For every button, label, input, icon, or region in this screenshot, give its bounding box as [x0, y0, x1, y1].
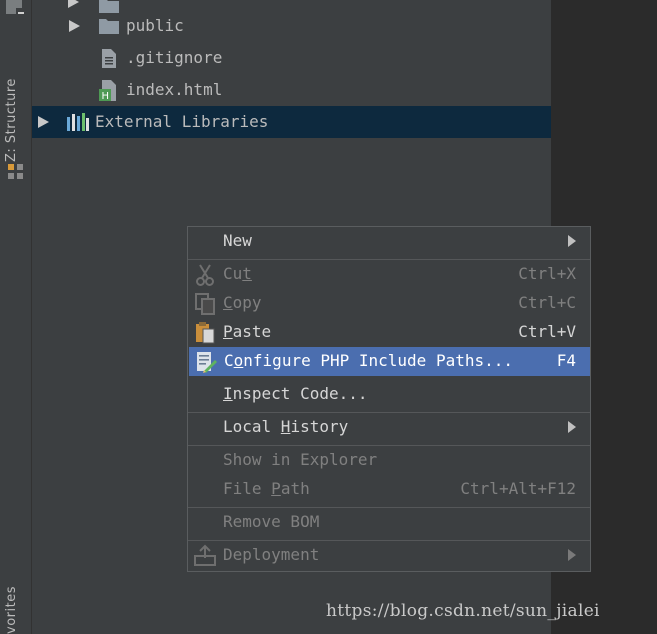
tree-row-gitignore[interactable]: .gitignore [32, 42, 551, 74]
menu-item-file-path[interactable]: File Path Ctrl+Alt+F12 [188, 475, 590, 504]
shortcut-paste: Ctrl+V [518, 322, 576, 341]
context-menu: New Cut Ctrl+X Copy Ctrl+C Paste Ctrl+V [187, 226, 591, 572]
tree-row-public[interactable]: public [32, 10, 551, 42]
libraries-icon [67, 113, 89, 131]
menu-item-show-in-explorer[interactable]: Show in Explorer [188, 446, 590, 475]
tree-label-gitignore: .gitignore [126, 48, 223, 67]
menu-label-show-in-explorer: Show in Explorer [223, 450, 378, 469]
shortcut-configure: F4 [556, 351, 576, 370]
menu-item-cut[interactable]: Cut Ctrl+X [188, 260, 590, 289]
menu-item-copy[interactable]: Copy Ctrl+C [188, 289, 590, 318]
tree-row-external-libraries[interactable]: External Libraries [32, 106, 551, 138]
expand-arrow-icon[interactable] [38, 116, 49, 128]
svg-text:H: H [102, 91, 110, 102]
menu-label-inspect-code: Inspect Code... [223, 384, 368, 403]
menu-item-configure-php-include-paths[interactable]: Configure PHP Include Paths... F4 [189, 347, 590, 376]
tree-row-index-html[interactable]: H index.html [32, 74, 551, 106]
shortcut-file-path: Ctrl+Alt+F12 [460, 479, 576, 498]
deployment-icon [194, 544, 216, 566]
scissors-icon [196, 264, 214, 286]
menu-item-inspect-code[interactable]: Inspect Code... [188, 380, 590, 409]
expand-arrow-icon[interactable] [68, 0, 79, 8]
menu-item-paste[interactable]: Paste Ctrl+V [188, 318, 590, 347]
menu-label-remove-bom: Remove BOM [223, 512, 320, 531]
menu-item-new[interactable]: New [188, 227, 590, 256]
structure-icon[interactable] [7, 163, 25, 181]
menu-label-cut: Cut [223, 264, 252, 283]
menu-label-paste: Paste [223, 322, 272, 341]
menu-item-local-history[interactable]: Local History [188, 413, 590, 442]
menu-item-deployment[interactable]: Deployment [188, 541, 590, 570]
shortcut-copy: Ctrl+C [518, 293, 576, 312]
submenu-arrow-icon [568, 421, 576, 433]
menu-item-remove-bom[interactable]: Remove BOM [188, 508, 590, 537]
configure-paths-icon [197, 352, 217, 373]
favorites-tab[interactable]: vorites [4, 572, 26, 634]
menu-label-new: New [223, 231, 252, 250]
html-file-icon: H [99, 80, 116, 102]
project-tool-icon[interactable] [4, 0, 26, 18]
tree-label-external-libraries: External Libraries [95, 112, 269, 131]
tree-label-public: public [126, 16, 184, 35]
menu-label-configure-php-include-paths: Configure PHP Include Paths... [224, 351, 513, 370]
expand-arrow-icon[interactable] [69, 20, 80, 32]
paste-icon [196, 322, 215, 344]
menu-label-deployment: Deployment [223, 545, 320, 564]
copy-icon [195, 293, 215, 315]
menu-label-local-history: Local History [223, 417, 349, 436]
text-file-icon [102, 49, 116, 68]
watermark: https://blog.csdn.net/sun_jialei [326, 601, 600, 621]
folder-icon [99, 19, 119, 34]
structure-tab[interactable]: Z: Structure [4, 50, 26, 162]
submenu-arrow-icon [568, 235, 576, 247]
menu-label-copy: Copy [223, 293, 262, 312]
tree-label-index-html: index.html [126, 80, 223, 99]
left-tool-strip: Z: Structure vorites [0, 0, 32, 634]
menu-label-file-path: File Path [223, 479, 310, 498]
submenu-arrow-icon [568, 549, 576, 561]
shortcut-cut: Ctrl+X [518, 264, 576, 283]
